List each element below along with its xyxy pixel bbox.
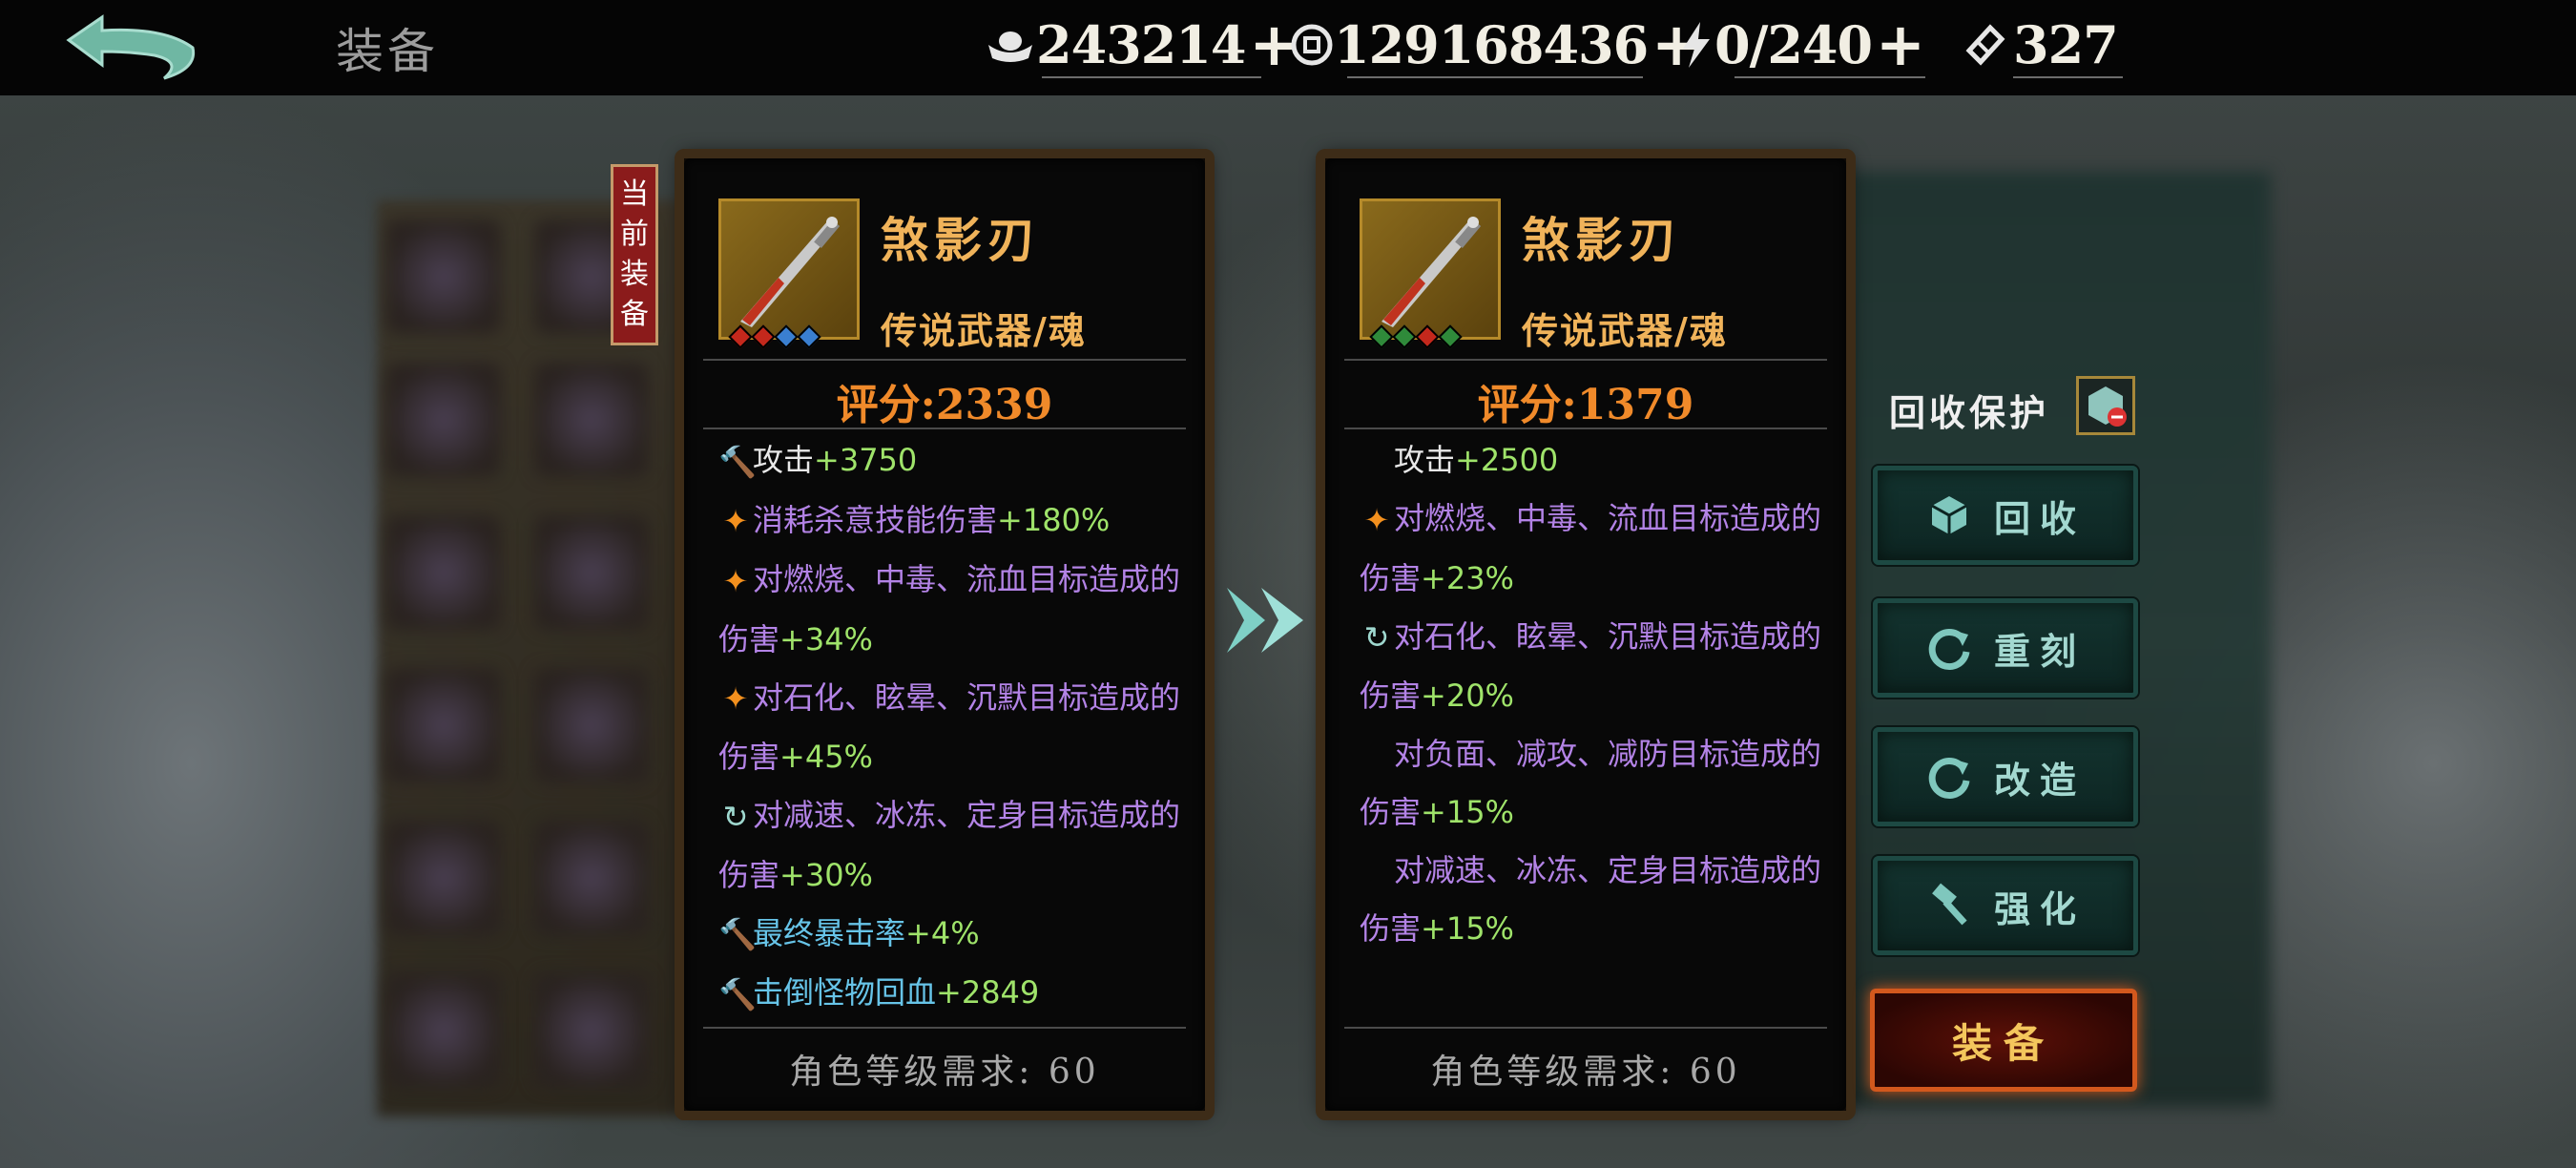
inventory-slot[interactable] — [386, 668, 501, 782]
stat-line: ↻ 对石化、眩晕、沉默目标造成的 — [1360, 608, 1837, 668]
strengthen-button[interactable]: 强化 — [1873, 856, 2138, 955]
stat-line: 🔨击倒怪物回血+2849 — [718, 964, 1195, 1024]
silver-ingot-icon — [985, 16, 1036, 73]
stat-line: 伤害+30% — [718, 856, 873, 893]
modify-button[interactable]: 改造 — [1873, 727, 2138, 826]
refresh-icon — [1925, 624, 1973, 672]
stat-line: 伤害+20% — [1360, 678, 1514, 714]
equip-button[interactable]: 装备 — [1870, 989, 2137, 1092]
recycle-button[interactable]: 回收 — [1873, 466, 2138, 565]
gem-slot — [774, 324, 799, 349]
stat-line: ↻ 对减速、冰冻、定身目标造成的 — [718, 786, 1195, 846]
gem-slot — [751, 324, 776, 349]
add-stamina-button[interactable]: + — [1876, 15, 1925, 74]
new-item-card: 煞影刃 传说武器/魂 评分:1379 攻击+2500 ✦ 对燃烧、中毒、流血目标造… — [1316, 149, 1856, 1120]
refresh-icon: ↻ — [1363, 619, 1390, 656]
item-type: 传说武器/魂 — [1522, 309, 1728, 352]
gem-slot — [1369, 324, 1394, 349]
stat-line: 伤害+15% — [1360, 910, 1514, 947]
inventory-slot[interactable] — [386, 219, 501, 334]
hammer-icon — [1925, 882, 1973, 929]
recycle-cube-icon — [1925, 491, 1973, 539]
stat-line: ✦ 对燃烧、中毒、流血目标造成的 — [1360, 490, 1837, 550]
recycle-protection-toggle[interactable] — [2076, 376, 2135, 435]
flame-icon: ✦ — [722, 503, 749, 539]
inventory-slot[interactable] — [386, 363, 501, 477]
silver-amount: 243214 — [1036, 14, 1246, 75]
item-name: 煞影刃 — [1522, 212, 1682, 268]
stat-line: 对减速、冰冻、定身目标造成的 — [1394, 852, 1822, 888]
lightning-icon — [1677, 16, 1714, 73]
stat-line: 伤害+45% — [718, 739, 873, 775]
item-image — [718, 198, 860, 340]
inventory-slot[interactable] — [386, 821, 501, 935]
inventory-slot[interactable] — [534, 515, 649, 630]
coin-amount: 129168436 — [1334, 14, 1649, 75]
recycle-protection-label: 回收保护 — [1889, 391, 2050, 434]
inventory-slot[interactable] — [386, 973, 501, 1088]
page-title: 装备 — [336, 24, 439, 79]
stamina-amount: 0/240 — [1714, 14, 1873, 75]
ticket-icon — [1956, 16, 2013, 73]
back-arrow-icon — [66, 14, 196, 80]
hammer-icon: 🔨 — [718, 975, 757, 1012]
item-name: 煞影刃 — [881, 212, 1041, 268]
compare-arrow-icon — [1223, 582, 1311, 658]
inventory-slot[interactable] — [534, 668, 649, 782]
sword-icon — [740, 217, 841, 327]
gem-slot — [797, 324, 821, 349]
gem-slot — [1438, 324, 1463, 349]
reforge-button[interactable]: 重刻 — [1873, 598, 2138, 698]
refresh-icon: ↻ — [722, 798, 749, 835]
stat-line: 攻击+2500 — [1394, 442, 1559, 478]
protection-lock-icon — [2088, 386, 2127, 427]
inventory-slot[interactable] — [386, 515, 501, 630]
flame-icon: ✦ — [722, 562, 749, 599]
stat-line: 🔨攻击+3750 — [718, 431, 1195, 491]
silver-resource: 243214 + — [985, 11, 1298, 78]
flame-icon: ✦ — [722, 680, 749, 717]
back-button[interactable] — [59, 10, 202, 86]
inventory-slot[interactable] — [534, 363, 649, 477]
stamina-resource: 0/240 + — [1677, 11, 1925, 78]
stat-line: ✦ 对燃烧、中毒、流血目标造成的 — [718, 551, 1195, 611]
item-score: 评分:2339 — [836, 381, 1053, 429]
item-score: 评分:1379 — [1477, 381, 1694, 429]
hammer-icon: 🔨 — [718, 916, 757, 952]
current-item-card: 煞影刃 传说武器/魂 评分:2339 🔨攻击+3750 ✦ 消耗杀意技能伤害+18… — [675, 149, 1215, 1120]
stat-line: 对负面、减攻、减防目标造成的 — [1394, 736, 1822, 772]
gem-slot — [728, 324, 753, 349]
coin-resource: 129168436 + — [1290, 11, 1701, 78]
stat-line: 伤害+34% — [718, 620, 873, 657]
stat-line: ✦ 消耗杀意技能伤害+180% — [718, 491, 1195, 552]
stat-line: 伤害+15% — [1360, 794, 1514, 830]
sword-icon — [1381, 217, 1482, 327]
refresh-icon — [1925, 753, 1973, 801]
ticket-resource: 327 — [1956, 11, 2123, 78]
top-bar: 装备 243214 + 129168436 + 0/240 + 327 — [0, 0, 2576, 95]
gem-slot — [1392, 324, 1417, 349]
stat-line: 🔨最终暴击率+4% — [718, 905, 1195, 965]
item-image — [1360, 198, 1501, 340]
item-type: 传说武器/魂 — [881, 309, 1087, 352]
stat-list: 🔨攻击+3750 ✦ 消耗杀意技能伤害+180% ✦ 对燃烧、中毒、流血目标造成的 … — [718, 431, 1195, 1024]
gem-slot — [1415, 324, 1440, 349]
inventory-slot[interactable] — [534, 821, 649, 935]
level-requirement: 角色等级需求: 60 — [1430, 1053, 1741, 1092]
inventory-slot[interactable] — [534, 973, 649, 1088]
hammer-icon: 🔨 — [718, 443, 757, 480]
gem-slots — [1369, 324, 1463, 349]
level-requirement: 角色等级需求: 60 — [789, 1053, 1100, 1092]
flame-icon: ✦ — [1363, 501, 1390, 538]
stat-line: 伤害+23% — [1360, 559, 1514, 596]
coin-icon — [1290, 16, 1334, 73]
current-equipment-tag: 当前装备 — [611, 164, 658, 345]
stat-list: 攻击+2500 ✦ 对燃烧、中毒、流血目标造成的 伤害+23% ↻ 对石化、眩晕、沉… — [1360, 431, 1837, 958]
stat-line: ✦ 对石化、眩晕、沉默目标造成的 — [718, 669, 1195, 729]
gem-slots — [728, 324, 821, 349]
ticket-amount: 327 — [2013, 14, 2119, 75]
